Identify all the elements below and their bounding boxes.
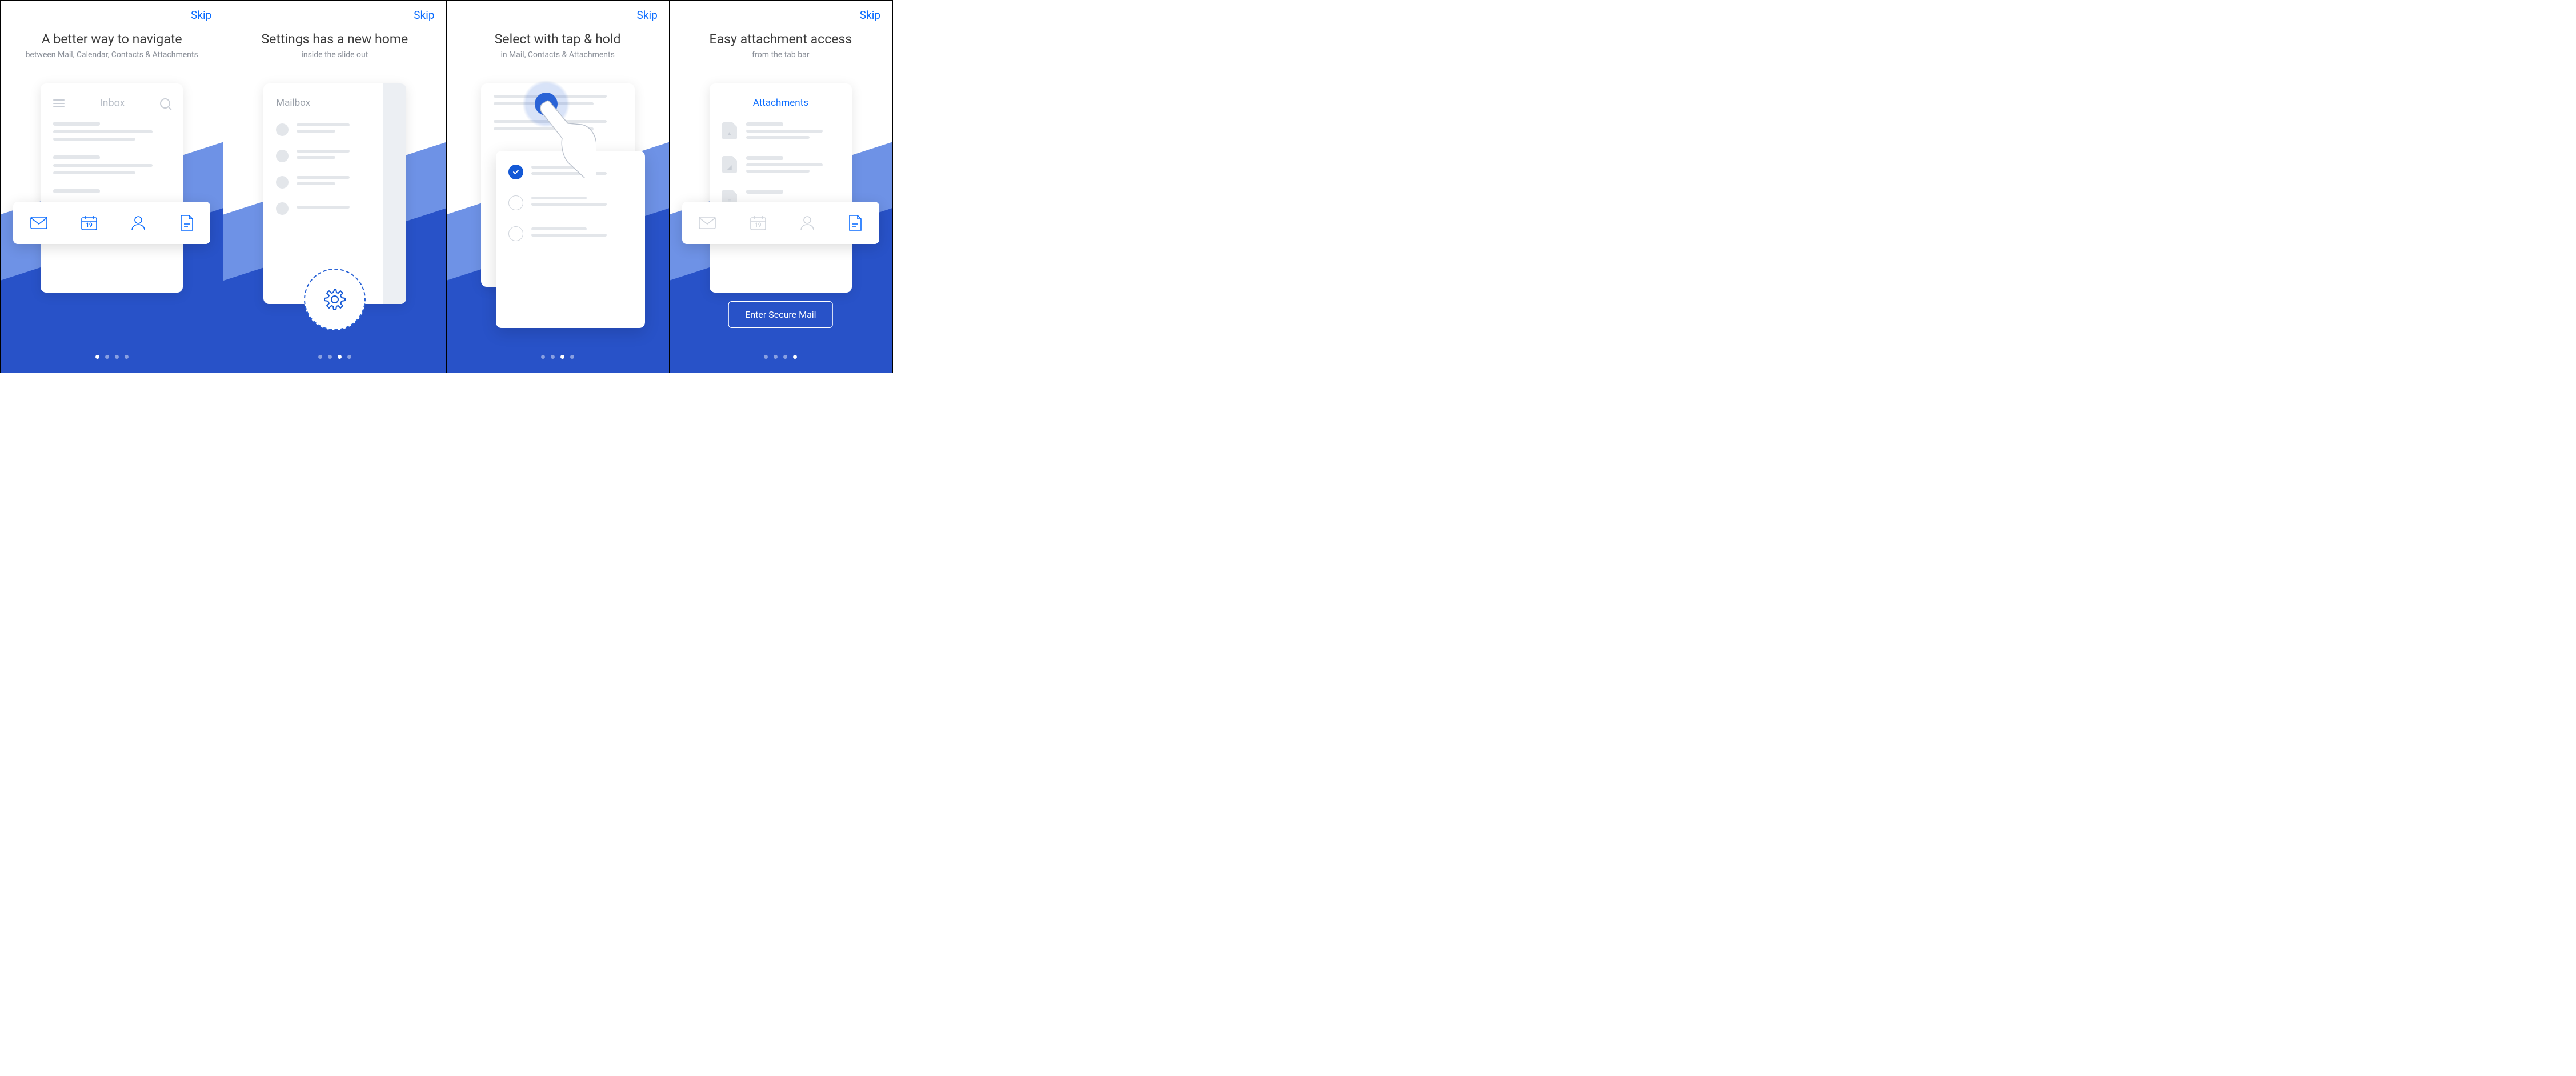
page-dot	[541, 355, 545, 359]
selection-row	[508, 226, 632, 241]
pdf-file-icon: ▲	[722, 122, 737, 139]
page-indicator	[447, 355, 669, 359]
skip-button[interactable]: Skip	[191, 9, 211, 22]
page-dot	[115, 355, 119, 359]
onboarding-screen-3: Skip Select with tap & hold in Mail, Con…	[447, 1, 670, 373]
page-dot	[551, 355, 555, 359]
list-item	[276, 202, 393, 215]
skip-button[interactable]: Skip	[860, 9, 880, 22]
page-subtitle: from the tab bar	[670, 50, 892, 59]
attachment-row: ◢	[722, 156, 839, 176]
page-dot	[328, 355, 332, 359]
selection-row	[508, 195, 632, 210]
illustration-card: Attachments ▲ ◢ ≡	[710, 83, 852, 293]
page-dot	[318, 355, 322, 359]
page-dot	[774, 355, 778, 359]
mail-icon[interactable]	[30, 217, 47, 229]
skip-button[interactable]: Skip	[637, 9, 658, 22]
calendar-icon[interactable]: 19	[750, 215, 766, 230]
list-item	[53, 189, 170, 193]
slideout-panel	[383, 83, 406, 304]
avatar-placeholder	[276, 150, 289, 162]
page-title: Settings has a new home	[223, 31, 446, 47]
checkbox-unchecked-icon	[508, 195, 523, 210]
card-title: Inbox	[65, 97, 160, 109]
image-file-icon: ◢	[722, 156, 737, 173]
page-dot	[105, 355, 109, 359]
gear-icon	[322, 287, 347, 312]
mail-icon[interactable]	[699, 217, 716, 229]
page-dot	[560, 355, 564, 359]
list-item	[276, 150, 393, 162]
contacts-icon[interactable]	[131, 215, 146, 231]
calendar-day-label: 19	[81, 222, 97, 229]
list-item	[53, 122, 170, 141]
illustration-card: Inbox	[41, 83, 183, 293]
heading: A better way to navigate between Mail, C…	[1, 31, 223, 59]
illustration-card	[481, 83, 635, 287]
selection-row	[508, 165, 632, 179]
illustration-card: Mailbox	[263, 83, 406, 304]
tab-bar: 19	[13, 202, 210, 244]
page-title: Easy attachment access	[670, 31, 892, 47]
contacts-icon[interactable]	[800, 215, 815, 231]
page-dot	[764, 355, 768, 359]
tap-indicator	[522, 80, 570, 128]
heading: Easy attachment access from the tab bar	[670, 31, 892, 59]
page-dot	[783, 355, 787, 359]
card-title: Mailbox	[276, 97, 393, 109]
attachment-row: ▲	[722, 122, 839, 142]
list-item	[276, 176, 393, 189]
skip-button[interactable]: Skip	[414, 9, 434, 22]
page-indicator	[223, 355, 446, 359]
page-title: Select with tap & hold	[447, 31, 669, 47]
calendar-day-label: 19	[750, 222, 766, 229]
page-dot	[347, 355, 351, 359]
avatar-placeholder	[276, 176, 289, 189]
settings-gear-badge	[304, 269, 366, 330]
heading: Settings has a new home inside the slide…	[223, 31, 446, 59]
search-icon	[160, 98, 170, 109]
page-subtitle: inside the slide out	[223, 50, 446, 59]
checkbox-unchecked-icon	[508, 226, 523, 241]
avatar-placeholder	[276, 123, 289, 136]
card-title: Attachments	[722, 97, 839, 109]
heading: Select with tap & hold in Mail, Contacts…	[447, 31, 669, 59]
list-item	[276, 123, 393, 136]
page-subtitle: in Mail, Contacts & Attachments	[447, 50, 669, 59]
calendar-icon[interactable]: 19	[81, 215, 97, 230]
avatar-placeholder	[276, 202, 289, 215]
attachments-icon[interactable]	[180, 214, 194, 231]
page-dot	[793, 355, 797, 359]
page-dot	[570, 355, 574, 359]
enter-secure-mail-button[interactable]: Enter Secure Mail	[728, 301, 832, 328]
selection-popup	[496, 151, 645, 328]
tab-bar: 19	[682, 202, 879, 244]
onboarding-screen-4: Skip Easy attachment access from the tab…	[670, 1, 892, 373]
checkbox-checked-icon	[508, 165, 523, 179]
page-indicator	[670, 355, 892, 359]
page-subtitle: between Mail, Calendar, Contacts & Attac…	[1, 50, 223, 59]
onboarding-screen-1: Skip A better way to navigate between Ma…	[1, 1, 223, 373]
page-title: A better way to navigate	[1, 31, 223, 47]
attachments-icon[interactable]	[848, 214, 862, 231]
hamburger-icon	[53, 99, 65, 107]
onboarding-screen-2: Skip Settings has a new home inside the …	[223, 1, 446, 373]
page-dot	[338, 355, 342, 359]
list-item	[53, 155, 170, 174]
page-dot	[125, 355, 129, 359]
page-dot	[95, 355, 99, 359]
page-indicator	[1, 355, 223, 359]
